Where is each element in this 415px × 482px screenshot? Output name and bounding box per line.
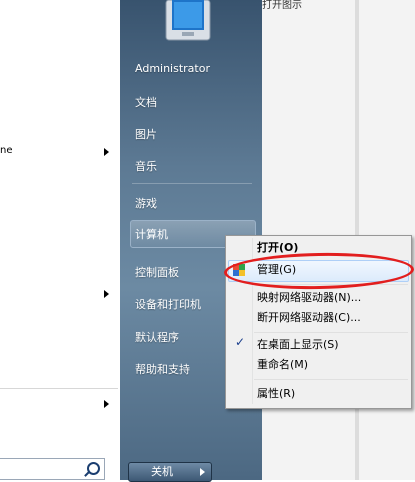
submenu-arrow-icon[interactable] xyxy=(104,290,109,298)
search-icon[interactable] xyxy=(87,462,100,475)
desktop-text: 打开图示 xyxy=(262,0,302,11)
menu-item-games[interactable]: 游戏 xyxy=(135,195,157,211)
menu-item-default-programs[interactable]: 默认程序 xyxy=(135,329,179,345)
menu-item-music[interactable]: 音乐 xyxy=(135,158,157,174)
program-item-fragment[interactable]: ne xyxy=(0,145,13,156)
menu-item-help-support[interactable]: 帮助和支持 xyxy=(135,361,190,377)
menu-item-administrator[interactable]: Administrator xyxy=(135,62,210,75)
checkmark-icon: ✓ xyxy=(235,335,246,349)
menu-item-control-panel[interactable]: 控制面板 xyxy=(135,264,179,280)
separator xyxy=(254,332,408,333)
menu-item-pictures[interactable]: 图片 xyxy=(135,126,157,142)
ctx-item-properties[interactable]: 属性(R) xyxy=(257,384,295,404)
submenu-arrow-icon[interactable] xyxy=(104,148,109,156)
menu-item-devices-printers[interactable]: 设备和打印机 xyxy=(135,296,201,312)
separator xyxy=(254,379,408,380)
separator xyxy=(132,183,252,184)
submenu-arrow-icon[interactable] xyxy=(104,400,109,408)
menu-item-computer-label: 计算机 xyxy=(135,228,168,241)
search-input[interactable] xyxy=(0,458,105,480)
divider xyxy=(0,388,118,389)
ctx-item-map-drive[interactable]: 映射网络驱动器(N)... xyxy=(257,288,361,308)
ctx-item-show-on-desktop[interactable]: 在桌面上显示(S) xyxy=(257,335,339,355)
start-menu-left-pane: ne xyxy=(0,0,120,480)
menu-item-documents[interactable]: 文档 xyxy=(135,94,157,110)
shutdown-options-button[interactable] xyxy=(195,462,212,482)
shutdown-button[interactable]: 关机 xyxy=(128,462,196,482)
ctx-item-rename[interactable]: 重命名(M) xyxy=(257,355,308,375)
user-picture-icon[interactable] xyxy=(160,0,216,44)
ctx-item-disconnect-drive[interactable]: 断开网络驱动器(C)... xyxy=(257,308,361,328)
